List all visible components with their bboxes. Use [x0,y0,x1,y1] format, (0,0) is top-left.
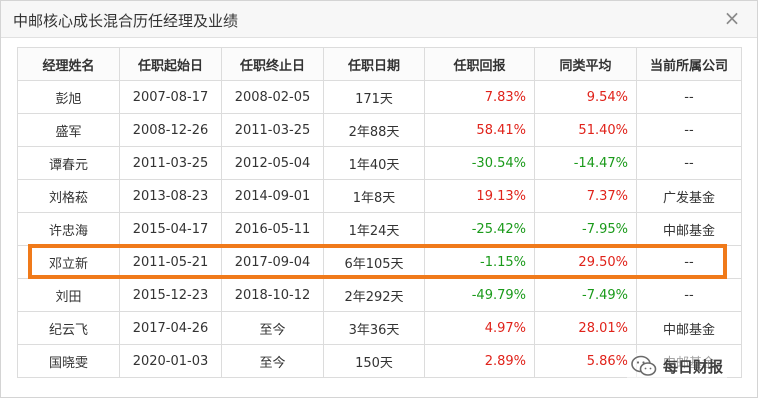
header-return: 任职回报 [424,47,535,81]
cell-current-company: 中邮基金 [636,212,742,246]
cell-end-date: 至今 [221,311,324,345]
cell-start-date: 2015-04-17 [119,212,222,246]
cell-start-date: 2011-03-25 [119,146,222,180]
cell-start-date: 2013-08-23 [119,179,222,213]
cell-end-date: 2016-05-11 [221,212,324,246]
cell-manager-name: 邓立新 [17,245,120,279]
table-header-row: 经理姓名 任职起始日 任职终止日 任职日期 任职回报 同类平均 当前所属公司 [17,47,742,81]
cell-return: -49.79% [424,278,535,312]
cell-start-date: 2007-08-17 [119,80,222,114]
cell-tenure: 1年8天 [323,179,425,213]
cell-end-date: 2011-03-25 [221,113,324,147]
watermark: 每日财报 [627,353,728,379]
cell-return: -1.15% [424,245,535,279]
cell-tenure: 150天 [323,344,425,378]
cell-end-date: 2008-02-05 [221,80,324,114]
cell-tenure: 2年292天 [323,278,425,312]
cell-manager-name: 国晓雯 [17,344,120,378]
cell-current-company: -- [636,113,742,147]
cell-start-date: 2020-01-03 [119,344,222,378]
cell-peer-average: 9.54% [534,80,637,114]
cell-tenure: 1年40天 [323,146,425,180]
cell-current-company: 广发基金 [636,179,742,213]
cell-return: 58.41% [424,113,535,147]
manager-table-container: 经理姓名 任职起始日 任职终止日 任职日期 任职回报 同类平均 当前所属公司 彭… [17,47,742,378]
cell-tenure: 3年36天 [323,311,425,345]
table-row: 盛军 2008-12-26 2011-03-25 2年88天 58.41% 51.40% -… [17,113,742,147]
header-manager-name: 经理姓名 [17,47,120,81]
table-row: 许忠海 2015-04-17 2016-05-11 1年24天 -25.42% -7.95… [17,212,742,246]
cell-end-date: 2017-09-04 [221,245,324,279]
cell-peer-average: 7.37% [534,179,637,213]
cell-tenure: 6年105天 [323,245,425,279]
cell-return: 2.89% [424,344,535,378]
cell-peer-average: 51.40% [534,113,637,147]
cell-current-company: 中邮基金 [636,311,742,345]
cell-tenure: 1年24天 [323,212,425,246]
table-row: 刘田 2015-12-23 2018-10-12 2年292天 -49.79% -7.49… [17,278,742,312]
cell-peer-average: 29.50% [534,245,637,279]
header-current-company: 当前所属公司 [636,47,742,81]
cell-manager-name: 纪云飞 [17,311,120,345]
cell-tenure: 2年88天 [323,113,425,147]
cell-return: -25.42% [424,212,535,246]
cell-return: 4.97% [424,311,535,345]
cell-start-date: 2017-04-26 [119,311,222,345]
cell-end-date: 至今 [221,344,324,378]
header-start-date: 任职起始日 [119,47,222,81]
cell-manager-name: 谭春元 [17,146,120,180]
cell-peer-average: 5.86% [534,344,637,378]
table-row: 刘格菘 2013-08-23 2014-09-01 1年8天 19.13% 7.37% 广发… [17,179,742,213]
header-peer-average: 同类平均 [534,47,637,81]
cell-current-company: -- [636,80,742,114]
cell-tenure: 171天 [323,80,425,114]
cell-current-company: -- [636,278,742,312]
table-body: 彭旭 2007-08-17 2008-02-05 171天 7.83% 9.54% -- 盛军… [17,80,742,378]
dialog-titlebar: 中邮核心成长混合历任经理及业绩 × [1,1,757,38]
cell-manager-name: 盛军 [17,113,120,147]
cell-return: 19.13% [424,179,535,213]
cell-return: 7.83% [424,80,535,114]
cell-start-date: 2008-12-26 [119,113,222,147]
wechat-icon [631,355,657,376]
cell-manager-name: 刘田 [17,278,120,312]
header-tenure: 任职日期 [323,47,425,81]
table-row: 彭旭 2007-08-17 2008-02-05 171天 7.83% 9.54% -- [17,80,742,114]
cell-end-date: 2014-09-01 [221,179,324,213]
cell-manager-name: 许忠海 [17,212,120,246]
cell-manager-name: 刘格菘 [17,179,120,213]
table-row: 纪云飞 2017-04-26 至今 3年36天 4.97% 28.01% 中邮基金 [17,311,742,345]
dialog-title: 中邮核心成长混合历任经理及业绩 [13,12,239,30]
manager-table: 经理姓名 任职起始日 任职终止日 任职日期 任职回报 同类平均 当前所属公司 彭… [17,47,742,378]
watermark-text: 每日财报 [663,357,724,376]
cell-manager-name: 彭旭 [17,80,120,114]
cell-end-date: 2012-05-04 [221,146,324,180]
cell-return: -30.54% [424,146,535,180]
cell-start-date: 2015-12-23 [119,278,222,312]
cell-peer-average: 28.01% [534,311,637,345]
cell-current-company: -- [636,245,742,279]
cell-end-date: 2018-10-12 [221,278,324,312]
cell-peer-average: -7.49% [534,278,637,312]
close-icon[interactable]: × [721,7,743,29]
header-end-date: 任职终止日 [221,47,324,81]
cell-start-date: 2011-05-21 [119,245,222,279]
manager-history-dialog: 中邮核心成长混合历任经理及业绩 × 经理姓名 任职起始日 任职终止日 任职日期 … [0,0,758,398]
cell-peer-average: -7.95% [534,212,637,246]
cell-peer-average: -14.47% [534,146,637,180]
table-row: 谭春元 2011-03-25 2012-05-04 1年40天 -30.54% -14.4… [17,146,742,180]
cell-current-company: -- [636,146,742,180]
table-row-highlighted: 邓立新 2011-05-21 2017-09-04 6年105天 -1.15% 29.50… [17,245,742,279]
